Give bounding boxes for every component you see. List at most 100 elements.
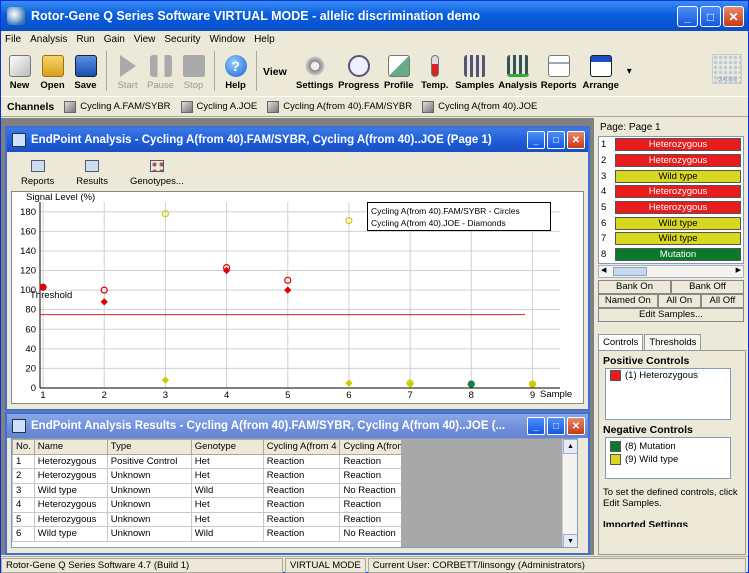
horizontal-scrollbar[interactable]: ◀ ▶ bbox=[598, 265, 744, 278]
chevron-down-icon[interactable]: ▾ bbox=[627, 66, 632, 77]
temp-button[interactable]: Temp. bbox=[417, 48, 453, 94]
color-swatch bbox=[610, 370, 621, 381]
sample-row[interactable]: 7 Wild type bbox=[599, 231, 743, 247]
maximize-button[interactable]: □ bbox=[547, 131, 565, 149]
bank-off-button[interactable]: Bank Off bbox=[671, 280, 744, 294]
scroll-right-icon[interactable]: ▶ bbox=[736, 266, 741, 274]
pause-button[interactable]: Pause bbox=[144, 48, 177, 94]
menu-run[interactable]: Run bbox=[76, 34, 94, 45]
endpoint-window-titlebar[interactable]: EndPoint Analysis - Cycling A(from 40).F… bbox=[7, 128, 588, 152]
data-point-diamond bbox=[284, 286, 292, 294]
list-item: (9) Wild type bbox=[606, 453, 730, 466]
minimize-button[interactable]: _ bbox=[527, 417, 545, 435]
menu-file[interactable]: File bbox=[5, 34, 21, 45]
positive-controls-header: Positive Controls bbox=[603, 355, 690, 367]
bank-on-button[interactable]: Bank On bbox=[598, 280, 671, 294]
channel-button[interactable]: Cycling A(from 40).FAM/SYBR bbox=[267, 100, 412, 113]
tab-controls[interactable]: Controls bbox=[598, 334, 644, 350]
menu-window[interactable]: Window bbox=[209, 34, 245, 45]
sample-row[interactable]: 2 Heterozygous bbox=[599, 153, 743, 169]
menu-analysis[interactable]: Analysis bbox=[30, 34, 67, 45]
list-item: (8) Mutation bbox=[606, 440, 730, 453]
minimize-button[interactable]: _ bbox=[527, 131, 545, 149]
stop-button[interactable]: Stop bbox=[177, 48, 210, 94]
color-swatch bbox=[610, 441, 621, 452]
sample-number: 5 bbox=[601, 202, 607, 214]
sample-row[interactable]: 3 Wild type bbox=[599, 168, 743, 184]
maximize-button[interactable]: □ bbox=[547, 417, 565, 435]
close-button[interactable]: ✕ bbox=[567, 131, 585, 149]
sample-row[interactable]: 8 Mutation bbox=[599, 247, 743, 263]
sample-row[interactable]: 6 Wild type bbox=[599, 215, 743, 231]
column-header[interactable]: Type bbox=[106, 439, 192, 455]
save-button[interactable]: Save bbox=[69, 48, 102, 94]
column-header[interactable]: Genotype bbox=[190, 439, 264, 455]
vertical-scrollbar[interactable]: ▲ ▼ bbox=[562, 439, 577, 547]
page-label: Page: Page 1 bbox=[600, 122, 661, 133]
menu-security[interactable]: Security bbox=[164, 34, 200, 45]
column-header[interactable]: Name bbox=[33, 439, 108, 455]
open-button[interactable]: Open bbox=[36, 48, 69, 94]
channels-label: Channels bbox=[7, 100, 55, 113]
settings-button[interactable]: Settings bbox=[293, 48, 337, 94]
all-on-button[interactable]: All On bbox=[657, 294, 701, 308]
start-button[interactable]: Start bbox=[111, 48, 144, 94]
endpoint-window-title: EndPoint Analysis - Cycling A(from 40).F… bbox=[31, 134, 492, 146]
sample-row[interactable]: 5 Heterozygous bbox=[599, 200, 743, 216]
menu-gain[interactable]: Gain bbox=[104, 34, 125, 45]
channel-button[interactable]: Cycling A.JOE bbox=[180, 100, 257, 113]
pause-icon bbox=[149, 55, 172, 77]
sample-row[interactable]: 1 Heterozygous bbox=[599, 137, 743, 153]
save-disk-icon bbox=[74, 55, 97, 77]
play-icon bbox=[119, 55, 136, 77]
column-header[interactable]: Cycling A(from 4 bbox=[262, 439, 341, 455]
edit-samples-button[interactable]: Edit Samples... bbox=[598, 308, 744, 322]
tab-thresholds[interactable]: Thresholds bbox=[644, 334, 702, 350]
table-row[interactable]: 6 Wild type Unknown Wild Reaction No Reaction bbox=[12, 526, 418, 542]
data-point-diamond bbox=[100, 298, 108, 306]
table-row[interactable]: 5 Heterozygous Unknown Het Reaction Reaction bbox=[12, 511, 418, 527]
results-window-titlebar[interactable]: EndPoint Analysis Results - Cycling A(fr… bbox=[7, 414, 588, 438]
sample-row[interactable]: 4 Heterozygous bbox=[599, 184, 743, 200]
progress-button[interactable]: Progress bbox=[337, 48, 381, 94]
channel-button[interactable]: Cycling A(from 40).JOE bbox=[422, 100, 537, 113]
endpoint-reports-button[interactable]: Reports bbox=[21, 160, 54, 187]
endpoint-results-button[interactable]: Results bbox=[76, 160, 108, 187]
maximize-button[interactable]: □ bbox=[700, 6, 721, 27]
all-off-button[interactable]: All Off bbox=[700, 294, 744, 308]
samples-button[interactable]: Samples bbox=[453, 48, 497, 94]
x-tick-label: 5 bbox=[285, 390, 290, 401]
close-button[interactable]: ✕ bbox=[723, 6, 744, 27]
channel-button[interactable]: Cycling A.FAM/SYBR bbox=[64, 100, 171, 113]
table-row[interactable]: 4 Heterozygous Unknown Het Reaction Reaction bbox=[12, 497, 418, 513]
scroll-down-icon[interactable]: ▼ bbox=[563, 534, 577, 547]
reports-button[interactable]: Reports bbox=[539, 48, 579, 94]
close-button[interactable]: ✕ bbox=[567, 417, 585, 435]
arrange-button[interactable]: Arrange bbox=[579, 48, 623, 94]
x-tick-label: 7 bbox=[407, 390, 412, 401]
table-row[interactable]: 3 Wild type Unknown Wild Reaction No Reaction bbox=[12, 482, 418, 498]
endpoint-genotypes-button[interactable]: Genotypes... bbox=[130, 160, 184, 187]
color-swatch bbox=[610, 454, 621, 465]
scroll-up-icon[interactable]: ▲ bbox=[563, 439, 577, 454]
sample-name: Heterozygous bbox=[615, 201, 741, 215]
analysis-button[interactable]: Analysis bbox=[497, 48, 539, 94]
help-button[interactable]: ? Help bbox=[219, 48, 252, 94]
menu-view[interactable]: View bbox=[134, 34, 156, 45]
y-tick-label: 60 bbox=[25, 324, 36, 335]
table-row[interactable]: 2 Heterozygous Unknown Het Reaction Reaction bbox=[12, 468, 418, 484]
controls-note: To set the defined controls, click Edit … bbox=[603, 487, 738, 509]
table-row[interactable]: 1 Heterozygous Positive Control Het Reaction… bbox=[12, 453, 418, 469]
minimize-button[interactable]: _ bbox=[677, 6, 698, 27]
named-on-button[interactable]: Named On bbox=[598, 294, 658, 308]
title-bar[interactable]: Rotor-Gene Q Series Software VIRTUAL MOD… bbox=[1, 1, 748, 31]
scroll-left-icon[interactable]: ◀ bbox=[601, 266, 606, 274]
profile-button[interactable]: Profile bbox=[381, 48, 417, 94]
sample-number: 3 bbox=[601, 170, 607, 182]
reports-icon bbox=[547, 55, 570, 77]
scroll-thumb[interactable] bbox=[613, 267, 647, 276]
scatter-plot[interactable]: 0 20 40 60 80 100 120 140 160 180 1 2 3 4 5 6 7 8 9 Signal… bbox=[11, 191, 584, 404]
new-button[interactable]: New bbox=[3, 48, 36, 94]
column-header[interactable]: No. bbox=[12, 439, 35, 455]
menu-help[interactable]: Help bbox=[254, 34, 275, 45]
